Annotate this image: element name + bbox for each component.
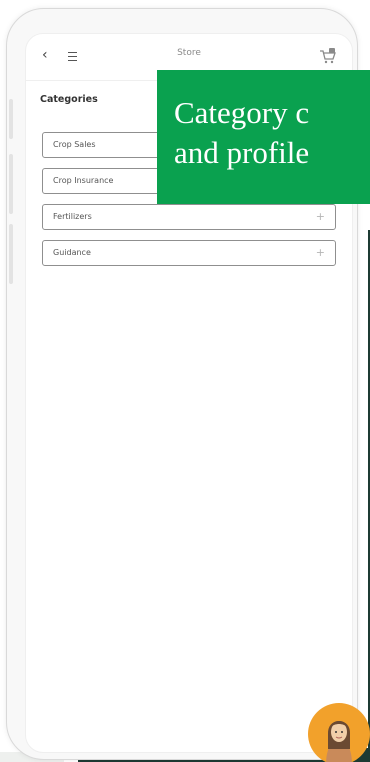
stage: ‹ Store Categories Crop Sales + Crop Ins… [0, 0, 370, 762]
phone-side-button [9, 224, 13, 284]
plus-icon[interactable]: + [316, 247, 325, 259]
category-label: Guidance [53, 248, 91, 257]
category-item-guidance[interactable]: Guidance + [42, 240, 336, 266]
cart-icon[interactable] [318, 46, 338, 66]
plus-icon[interactable]: + [316, 211, 325, 223]
category-label: Fertilizers [53, 212, 92, 221]
category-label: Crop Sales [53, 140, 96, 149]
overlay-caption: Category c and profile [157, 70, 370, 204]
category-label: Crop Insurance [53, 176, 114, 185]
phone-side-button [9, 99, 13, 139]
category-item-fertilizers[interactable]: Fertilizers + [42, 204, 336, 230]
caption-line-1: Category c [174, 95, 310, 130]
phone-side-button [9, 154, 13, 214]
person-avatar-icon [326, 721, 352, 762]
categories-heading: Categories [40, 94, 98, 105]
page-title: Store [177, 48, 201, 58]
assistant-avatar[interactable] [308, 703, 370, 762]
caption-line-2: and profile [174, 135, 310, 170]
